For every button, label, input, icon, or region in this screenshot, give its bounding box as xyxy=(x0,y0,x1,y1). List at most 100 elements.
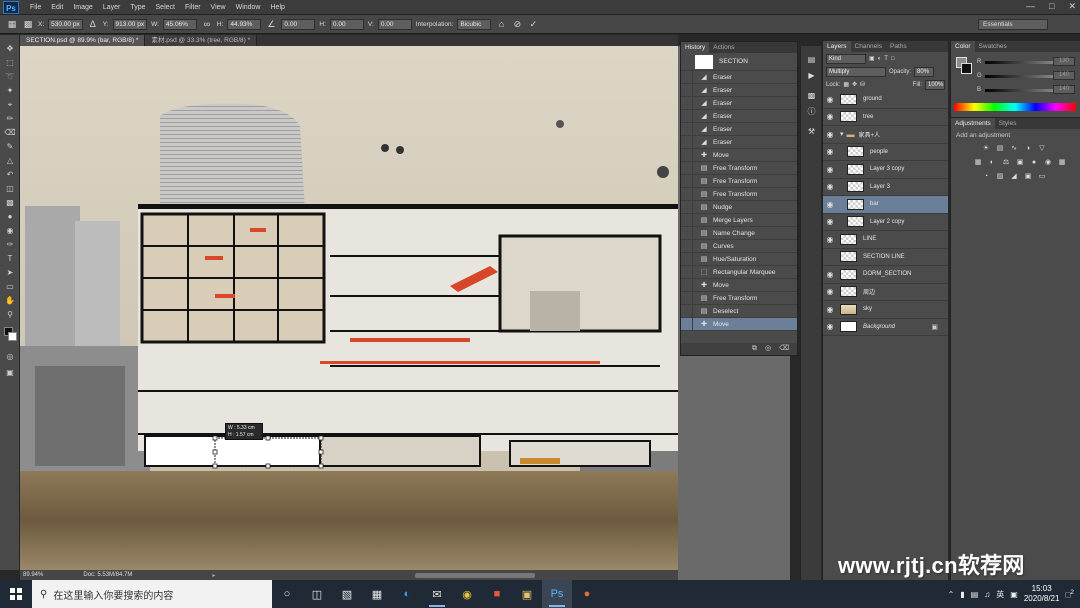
tab-actions[interactable]: Actions xyxy=(709,42,738,53)
angle-field[interactable]: 0.00 xyxy=(281,18,316,30)
gradient-map-icon[interactable]: ▽ xyxy=(1037,144,1047,153)
history-item[interactable]: ✚ Move xyxy=(681,278,797,292)
tab-styles[interactable]: Styles xyxy=(995,118,1021,129)
tab-channels[interactable]: Channels xyxy=(851,41,886,52)
vibrance-icon[interactable]: ▦ xyxy=(973,158,983,167)
mail-app-icon[interactable]: ✉ xyxy=(422,580,452,608)
layer-row[interactable]: ◉ people xyxy=(823,144,948,161)
properties-dock-icon[interactable]: ▩ xyxy=(806,90,817,101)
visibility-eye-icon[interactable]: ◉ xyxy=(823,200,837,209)
transform-tool-icon[interactable]: ▦ xyxy=(6,19,18,30)
cortana-icon[interactable]: ○ xyxy=(272,580,302,608)
layer-row[interactable]: ◉ Layer 3 xyxy=(823,179,948,196)
healing-tool-icon[interactable]: ⌫ xyxy=(3,127,17,138)
layer-kind-filter[interactable]: Kind xyxy=(826,53,866,64)
menu-image[interactable]: Image xyxy=(68,0,97,15)
menu-type[interactable]: Type xyxy=(125,0,150,15)
blend-mode-select[interactable]: Multiply xyxy=(826,66,886,77)
notification-icon[interactable]: □2 xyxy=(1065,589,1074,600)
history-item[interactable]: ✚ Move xyxy=(681,148,797,162)
green-slider[interactable]: G 140 xyxy=(977,71,1075,80)
zoom-level[interactable]: 89.94% xyxy=(23,572,43,578)
explorer-app-icon[interactable]: ▧ xyxy=(332,580,362,608)
history-item[interactable]: ▤ Deselect xyxy=(681,304,797,318)
status-arrow-icon[interactable]: ▸ xyxy=(212,572,215,579)
green-track[interactable] xyxy=(985,75,1055,78)
opacity-field[interactable]: 80% xyxy=(914,66,935,77)
x-field[interactable]: 530.00 px xyxy=(48,18,83,30)
history-source-checkbox[interactable] xyxy=(681,239,693,253)
clock[interactable]: 15:03 2020/8/21 xyxy=(1024,584,1060,604)
history-item[interactable]: ▤ Hue/Saturation xyxy=(681,252,797,266)
red-track[interactable] xyxy=(985,61,1055,64)
exposure-icon[interactable]: ◑ xyxy=(1023,144,1033,153)
warp-icon[interactable]: ⌂ xyxy=(495,19,507,29)
delta-icon[interactable]: Δ xyxy=(87,19,99,29)
history-source-checkbox[interactable] xyxy=(681,291,693,305)
close-icon[interactable]: ✕ xyxy=(1068,1,1076,12)
hskew-field[interactable]: 0.00 xyxy=(329,18,364,30)
green-value[interactable]: 140 xyxy=(1053,71,1075,80)
history-source-checkbox[interactable] xyxy=(681,109,693,123)
height-field[interactable]: 44.93% xyxy=(227,18,262,30)
history-brush-tool-icon[interactable]: ↶ xyxy=(3,169,17,180)
layer-row[interactable]: SECTION LINE xyxy=(823,249,948,266)
menu-view[interactable]: View xyxy=(206,0,231,15)
history-source-checkbox[interactable] xyxy=(681,213,693,227)
tab-section[interactable]: SECTION.psd @ 89.9% (bar, RGB/8) * xyxy=(20,35,146,46)
layer-row[interactable]: ◉ DORM_SECTION xyxy=(823,266,948,284)
eyedropper-tool-icon[interactable]: ✏ xyxy=(3,113,17,124)
group-expand-icon[interactable]: ▾ xyxy=(840,130,844,138)
dodge-tool-icon[interactable]: ◉ xyxy=(3,225,17,236)
lasso-tool-icon[interactable]: ➰ xyxy=(3,71,17,82)
posterize-icon[interactable]: ▨ xyxy=(995,172,1005,181)
history-item[interactable]: ▤ Nudge xyxy=(681,200,797,214)
photoshop-app-icon[interactable]: Ps xyxy=(542,580,572,608)
blur-tool-icon[interactable]: ● xyxy=(3,211,17,222)
layer-row[interactable]: ◉ Background ▣ xyxy=(823,319,948,336)
chrome-app-icon[interactable]: ◉ xyxy=(452,580,482,608)
cancel-transform-icon[interactable]: ⊘ xyxy=(511,19,523,30)
red-slider[interactable]: R 130 xyxy=(977,57,1075,66)
menu-file[interactable]: File xyxy=(25,0,46,15)
history-source-checkbox[interactable] xyxy=(681,135,693,149)
menu-filter[interactable]: Filter xyxy=(180,0,206,15)
layer-row[interactable]: ◉ bar xyxy=(823,196,948,214)
threshold-icon[interactable]: ◢ xyxy=(1009,172,1019,181)
visibility-eye-icon[interactable]: ◉ xyxy=(823,217,837,226)
history-dock-icon[interactable]: ▤ xyxy=(806,54,817,65)
history-item[interactable]: ◢ Eraser xyxy=(681,96,797,110)
visibility-eye-icon[interactable]: ◉ xyxy=(823,112,837,121)
invert-icon[interactable]: ◔ xyxy=(981,172,991,181)
selective-color-icon[interactable]: ▣ xyxy=(1023,172,1033,181)
visibility-eye-icon[interactable]: ◉ xyxy=(823,270,837,279)
minimize-icon[interactable]: — xyxy=(1026,1,1035,12)
fill-field[interactable]: 100% xyxy=(925,79,945,90)
screen-mode-icon[interactable]: ▣ xyxy=(3,367,17,378)
zoom-tool-icon[interactable]: ⚲ xyxy=(3,309,17,320)
history-item[interactable]: ▤ Free Transform xyxy=(681,187,797,201)
menu-select[interactable]: Select xyxy=(151,0,180,15)
filter-adjust-icon[interactable]: ◐ xyxy=(878,56,882,62)
history-source-checkbox[interactable] xyxy=(681,317,693,331)
volume-icon[interactable]: ♫ xyxy=(984,590,990,599)
recorder-app-icon[interactable]: ● xyxy=(572,580,602,608)
stamp-tool-icon[interactable]: △ xyxy=(3,155,17,166)
task-view-icon[interactable]: ◫ xyxy=(302,580,332,608)
color-balance-icon[interactable]: ⚖ xyxy=(1001,158,1011,167)
tray-arrow-icon[interactable]: ⌃ xyxy=(948,590,955,599)
history-item[interactable]: ◢ Eraser xyxy=(681,70,797,84)
hue-sat-icon[interactable]: ◐ xyxy=(987,158,997,167)
tool-presets-icon[interactable]: ⚒ xyxy=(806,126,817,137)
visibility-eye-icon[interactable]: ◉ xyxy=(823,305,837,314)
type-tool-icon[interactable]: T xyxy=(3,253,17,264)
layer-row[interactable]: ◉ sky xyxy=(823,301,948,319)
history-item[interactable]: ◢ Eraser xyxy=(681,109,797,123)
tab-color[interactable]: Color xyxy=(951,41,975,52)
visibility-eye-icon[interactable]: ◉ xyxy=(823,165,837,174)
edge-app-icon[interactable]: ◐ xyxy=(392,580,422,608)
layer-row[interactable]: ◉ tree xyxy=(823,109,948,126)
tab-sucai[interactable]: 素材.psd @ 33.3% (tree, RGB/8) * xyxy=(145,35,258,46)
menu-window[interactable]: Window xyxy=(231,0,266,15)
channel-mixer-icon[interactable]: ◉ xyxy=(1043,158,1053,167)
